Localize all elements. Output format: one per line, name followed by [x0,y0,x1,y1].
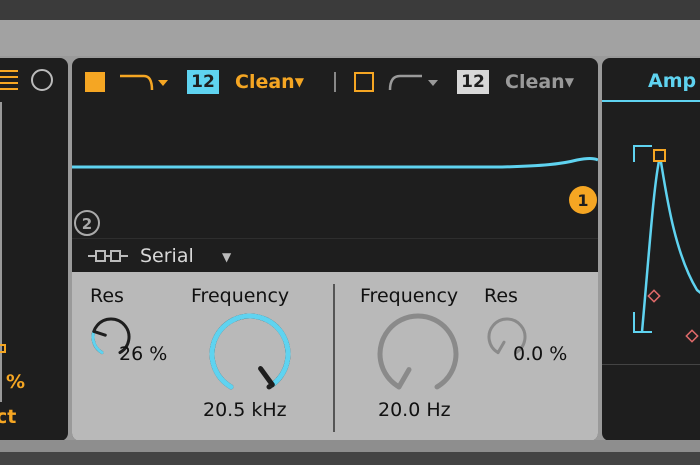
top-bar [0,0,700,20]
amount-value[interactable]: % [6,371,25,393]
filter1-badge[interactable]: 1 [569,186,597,214]
envelope-curve [640,155,700,333]
filter2-frequency-label: Frequency [360,285,459,307]
envelope-sustain-handle [685,329,699,343]
filter2-frequency-value[interactable]: 20.0 Hz [378,398,451,422]
controls-divider [333,284,335,432]
filter1-circuit-dropdown[interactable]: Clean▼ [235,69,304,95]
envelope-bracket-left [633,145,652,162]
filter-controls: Res 26 % Frequency 20.5 kHz Frequency 20… [72,272,598,441]
filter1-toggle[interactable] [85,72,105,92]
envelope-decay-handle [647,289,661,303]
svg-text:2: 2 [82,215,92,233]
filter1-res-value[interactable]: 26 % [119,342,167,366]
filter-header: 12 Clean▼ 12 Clean▼ [72,58,598,102]
lowpass-icon [120,74,154,91]
filter1-type-selector[interactable] [118,70,174,94]
menu-lines-icon[interactable] [0,68,20,94]
envelope-peak-handle [653,149,666,162]
routing-mode-label: Serial [140,245,194,267]
tab-amp-label: Amp [648,70,697,92]
chevron-down-icon: ▼ [222,250,232,264]
chevron-down-icon: ▼ [294,75,304,89]
envelope-marker[interactable] [0,344,6,353]
filter2-frequency-knob[interactable] [372,308,464,400]
chevron-down-icon [428,80,438,86]
tab-amp[interactable]: Amp [602,58,700,102]
filter-device: 12 Clean▼ 12 Clean▼ 1 2 Serial ▼ Res 26 … [72,58,598,441]
filter2-badge[interactable]: 2 [74,210,100,236]
amp-envelope-panel: Amp [602,58,700,441]
filter2-res-value[interactable]: 0.0 % [513,342,567,366]
panel-divider [602,364,700,365]
routing-selector[interactable]: Serial ▼ [72,238,598,272]
filter1-frequency-value[interactable]: 20.5 kHz [203,398,287,422]
chevron-down-icon: ▼ [564,75,574,89]
highpass-icon [388,74,422,91]
amp-envelope-graph[interactable] [602,102,700,364]
filter-response-curve [72,157,598,169]
filter2-slope[interactable]: 12 [457,70,489,94]
serial-routing-icon [88,250,128,262]
circle-toggle-button[interactable] [31,69,53,91]
filter1-slope[interactable]: 12 [187,70,219,94]
filter1-circuit-label: Clean [235,71,295,93]
filter2-circuit-label: Clean [505,71,565,93]
filter1-frequency-knob[interactable] [204,308,296,400]
filter2-res-label: Res [484,285,518,307]
filter1-frequency-label: Frequency [191,285,290,307]
transpose-value[interactable]: ct [0,406,16,428]
svg-text:1: 1 [577,191,588,210]
filter2-type-selector[interactable] [388,70,444,94]
filter-response-graph[interactable]: 1 2 [72,102,598,238]
bottom-bar [0,452,700,465]
filter1-res-label: Res [90,285,124,307]
envelope-line [0,102,2,402]
filter2-circuit-dropdown[interactable]: Clean▼ [505,69,574,95]
left-device-panel: % ct [0,58,68,441]
filter2-toggle[interactable] [354,72,374,92]
top-strip [0,20,700,56]
header-divider [334,72,336,92]
chevron-down-icon [158,80,168,86]
